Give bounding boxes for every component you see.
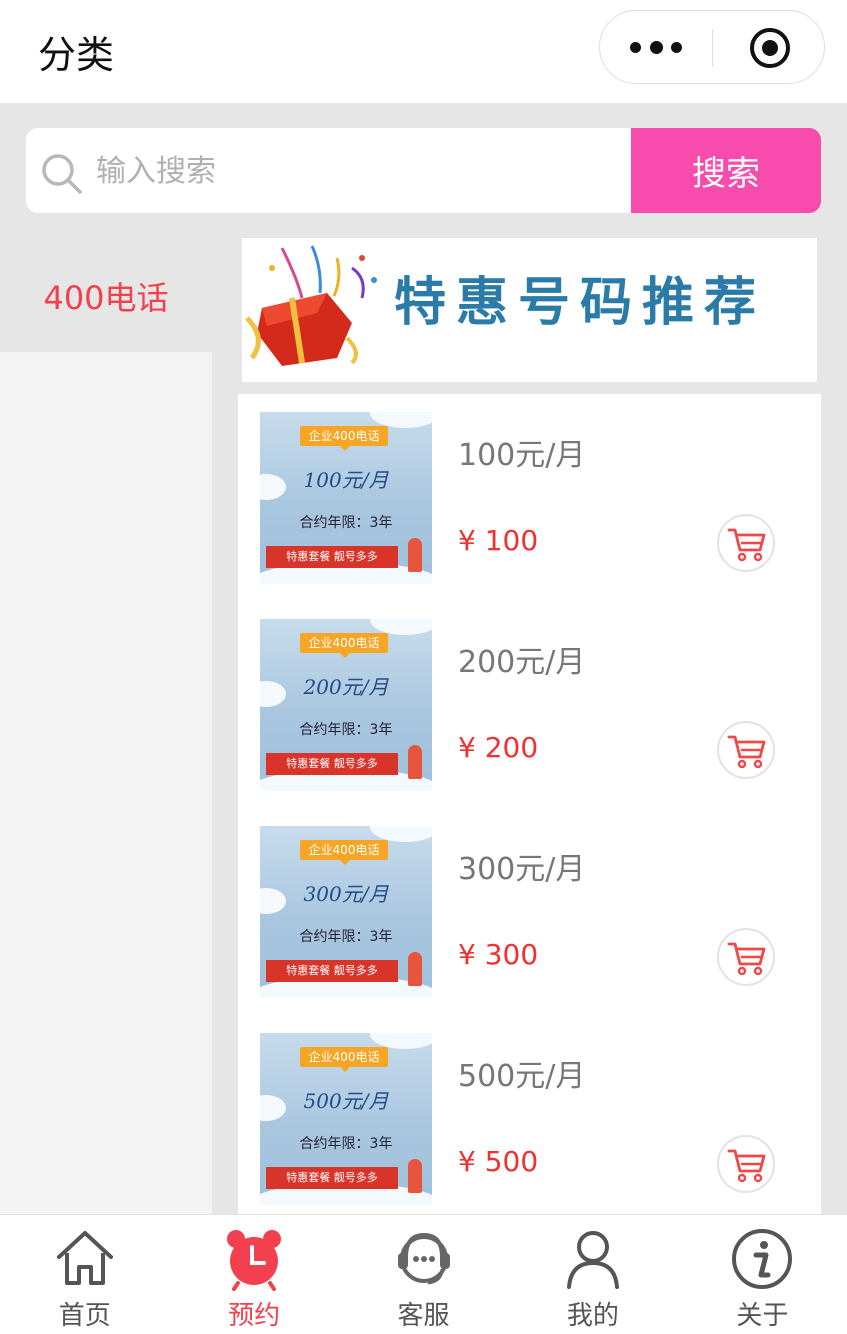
product-name: 100元/月 xyxy=(458,438,586,473)
search-button[interactable]: 搜索 xyxy=(631,128,821,213)
thumb-headline: 100元/月 xyxy=(303,468,389,492)
search-icon xyxy=(42,154,82,194)
thumb-ribbon: 特惠套餐 靓号多多 xyxy=(266,960,398,982)
info-icon xyxy=(732,1229,793,1289)
more-dots-icon[interactable] xyxy=(630,11,682,83)
list-item[interactable]: 企业400电话 200元/月 合约年限：3年 特惠套餐 靓号多多 200元/月 … xyxy=(238,601,821,807)
promo-banner[interactable]: 特惠号码推荐 xyxy=(242,238,817,382)
rocket-icon xyxy=(408,1159,422,1193)
tab-booking[interactable]: 预约 xyxy=(169,1215,338,1334)
cart-icon xyxy=(727,942,766,976)
cart-icon xyxy=(727,1149,766,1183)
tab-about[interactable]: 关于 xyxy=(678,1215,847,1334)
search-field[interactable] xyxy=(26,128,632,213)
rocket-icon xyxy=(408,745,422,779)
thumb-term: 合约年限：3年 xyxy=(299,1136,393,1152)
cart-icon xyxy=(727,735,766,769)
rocket-icon xyxy=(408,952,422,986)
add-to-cart-button[interactable] xyxy=(717,721,775,779)
list-item[interactable]: 企业400电话 100元/月 合约年限：3年 特惠套餐 靓号多多 100元/月 … xyxy=(238,394,821,600)
product-price: ¥ 500 xyxy=(458,1145,539,1178)
tab-customer-service[interactable]: 客服 xyxy=(339,1215,508,1334)
list-item[interactable]: 企业400电话 500元/月 合约年限：3年 特惠套餐 靓号多多 500元/月 … xyxy=(238,1015,821,1214)
product-name: 300元/月 xyxy=(458,852,586,887)
thumb-tag: 企业400电话 xyxy=(300,633,388,658)
sidebar-item-label: 400电话 xyxy=(43,279,169,317)
capsule-divider xyxy=(712,29,713,67)
thumb-tag: 企业400电话 xyxy=(300,840,388,865)
product-price: ¥ 200 xyxy=(458,731,539,764)
thumb-tag: 企业400电话 xyxy=(300,1047,388,1072)
tab-label: 客服 xyxy=(397,1301,450,1331)
tab-label: 我的 xyxy=(566,1301,619,1331)
thumb-ribbon: 特惠套餐 靓号多多 xyxy=(266,1167,398,1189)
cart-icon xyxy=(727,528,766,562)
target-circle-icon[interactable] xyxy=(750,28,790,68)
product-thumbnail[interactable]: 企业400电话 100元/月 合约年限：3年 特惠套餐 靓号多多 xyxy=(260,412,432,584)
thumb-headline: 300元/月 xyxy=(303,882,389,906)
product-thumbnail[interactable]: 企业400电话 500元/月 合约年限：3年 特惠套餐 靓号多多 xyxy=(260,1033,432,1205)
user-icon xyxy=(566,1231,619,1289)
add-to-cart-button[interactable] xyxy=(717,514,775,572)
tab-label: 预约 xyxy=(228,1301,281,1331)
sidebar-item-400-phone[interactable]: 400电话 xyxy=(0,240,212,352)
add-to-cart-button[interactable] xyxy=(717,928,775,986)
home-icon xyxy=(56,1231,113,1285)
mini-program-capsule xyxy=(599,10,825,84)
product-thumbnail[interactable]: 企业400电话 200元/月 合约年限：3年 特惠套餐 靓号多多 xyxy=(260,619,432,791)
customer-service-icon xyxy=(397,1232,450,1285)
thumb-headline: 200元/月 xyxy=(303,675,389,699)
thumb-tag: 企业400电话 xyxy=(300,426,388,451)
sidebar-empty-area xyxy=(0,352,212,1214)
page-title: 分类 xyxy=(38,33,115,77)
product-name: 200元/月 xyxy=(458,645,586,680)
add-to-cart-button[interactable] xyxy=(717,1135,775,1193)
product-thumbnail[interactable]: 企业400电话 300元/月 合约年限：3年 特惠套餐 靓号多多 xyxy=(260,826,432,998)
list-item[interactable]: 企业400电话 300元/月 合约年限：3年 特惠套餐 靓号多多 300元/月 … xyxy=(238,808,821,1014)
rocket-icon xyxy=(408,538,422,572)
gift-box-icon xyxy=(245,245,377,366)
bottom-tab-bar: 首页 预约 客服 我的 关于 xyxy=(0,1214,847,1334)
product-name: 500元/月 xyxy=(458,1059,586,1094)
thumb-term: 合约年限：3年 xyxy=(299,722,393,738)
tab-label: 关于 xyxy=(736,1301,789,1331)
tab-label: 首页 xyxy=(58,1301,111,1331)
thumb-term: 合约年限：3年 xyxy=(299,515,393,531)
search-input[interactable] xyxy=(96,148,616,194)
product-price: ¥ 100 xyxy=(458,524,539,557)
thumb-headline: 500元/月 xyxy=(303,1089,389,1113)
tab-home[interactable]: 首页 xyxy=(0,1215,169,1334)
top-bar: 分类 xyxy=(0,0,847,103)
thumb-ribbon: 特惠套餐 靓号多多 xyxy=(266,753,398,775)
product-list: 企业400电话 100元/月 合约年限：3年 特惠套餐 靓号多多 100元/月 … xyxy=(238,394,821,1214)
tab-mine[interactable]: 我的 xyxy=(508,1215,677,1334)
banner-text: 特惠号码推荐 xyxy=(394,272,767,333)
thumb-ribbon: 特惠套餐 靓号多多 xyxy=(266,546,398,568)
thumb-term: 合约年限：3年 xyxy=(299,929,393,945)
product-price: ¥ 300 xyxy=(458,938,539,971)
alarm-clock-icon xyxy=(227,1230,282,1291)
